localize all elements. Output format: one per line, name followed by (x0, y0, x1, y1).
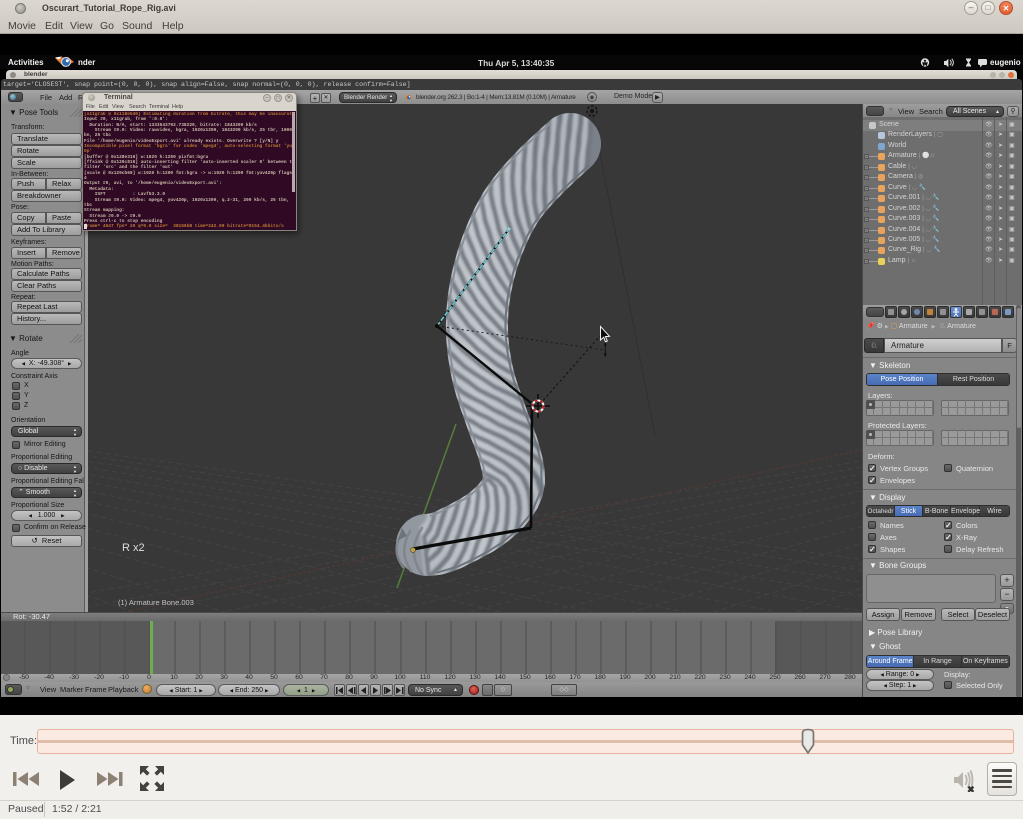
svg-text:(1) Armature Bone.003: (1) Armature Bone.003 (118, 598, 194, 607)
svg-text:R x2: R x2 (122, 542, 145, 554)
